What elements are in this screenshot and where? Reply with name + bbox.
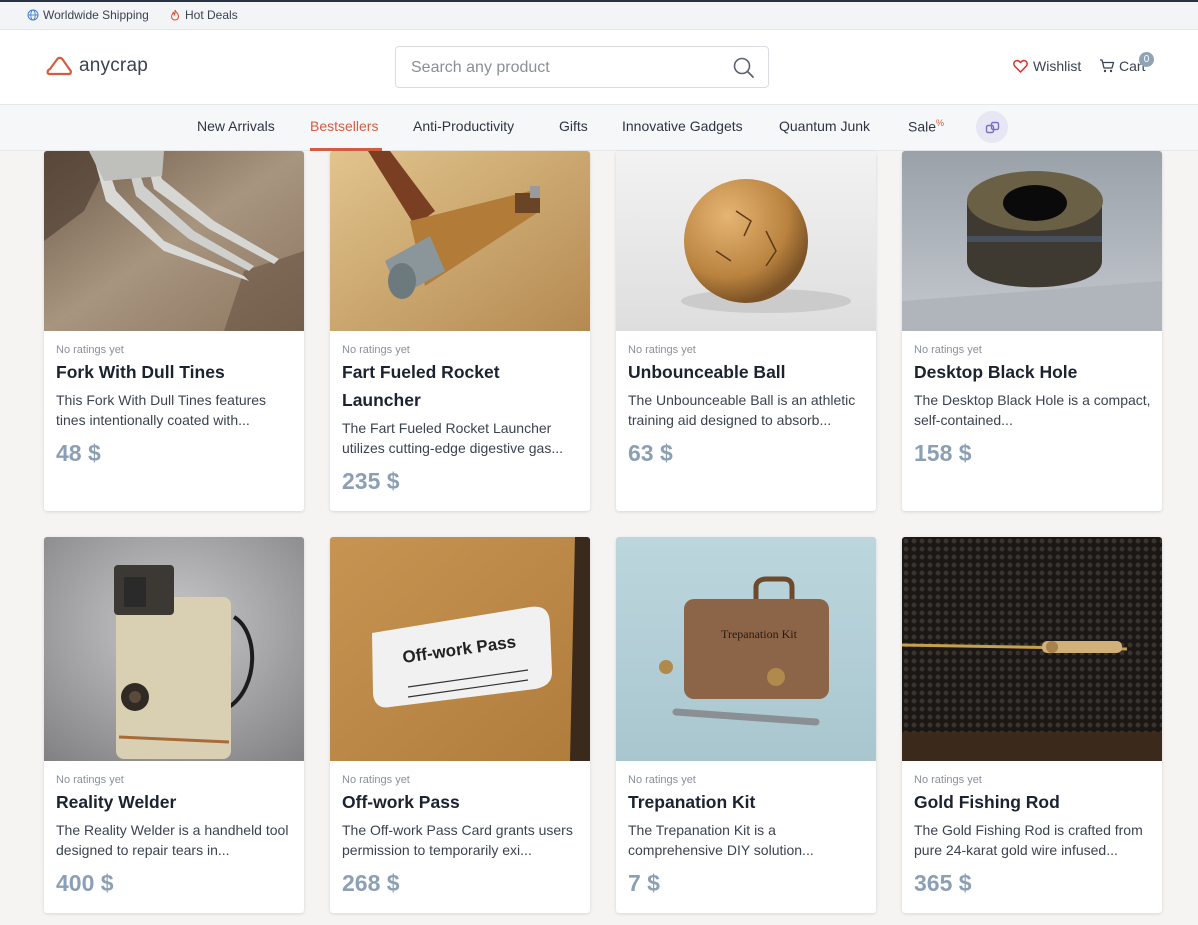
- product-price: 63 $: [628, 440, 673, 466]
- product-description-text: The Trepanation Kit is a comprehensive D…: [628, 822, 814, 858]
- product-name[interactable]: Gold Fishing Rod: [914, 788, 1150, 816]
- flame-icon: [170, 9, 180, 21]
- cart-count-badge: 0: [1139, 52, 1154, 67]
- product-image: Off-work Pass: [330, 537, 590, 761]
- product-image: Trepanation Kit: [616, 537, 876, 761]
- product-description: The Fart Fueled Rocket Launcher utilizes…: [342, 418, 580, 458]
- top-info-bar: Worldwide Shipping Hot Deals: [0, 0, 1198, 30]
- product-rating: No ratings yet: [342, 774, 410, 786]
- product-price: 365 $: [914, 870, 972, 896]
- search-box: [395, 46, 769, 88]
- wishlist-button[interactable]: Wishlist: [1013, 58, 1081, 74]
- nav-new-arrivals[interactable]: New Arrivals: [197, 118, 275, 134]
- nav-quantum-junk[interactable]: Quantum Junk: [779, 118, 870, 134]
- sale-percent-badge: %: [936, 118, 945, 128]
- product-card[interactable]: No ratings yet Fart Fueled Rocket Launch…: [330, 151, 590, 511]
- nav-gifts[interactable]: Gifts: [559, 118, 588, 134]
- product-description-text: The Off-work Pass Card grants users perm…: [342, 822, 573, 858]
- product-image: [330, 151, 590, 331]
- nav-sale[interactable]: Sale%: [908, 118, 944, 135]
- product-description: The Gold Fishing Rod is crafted from pur…: [914, 820, 1152, 860]
- product-description: The Desktop Black Hole is a compact, sel…: [914, 390, 1152, 430]
- product-card[interactable]: Trepanation Kit No ratings yet Trepanati…: [616, 537, 876, 913]
- search-input[interactable]: [411, 57, 711, 79]
- product-name[interactable]: Fart Fueled Rocket Launcher: [342, 358, 578, 414]
- shuffle-button[interactable]: [976, 111, 1008, 143]
- product-price: 235 $: [342, 468, 400, 494]
- product-description: The Off-work Pass Card grants users perm…: [342, 820, 580, 860]
- nav-anti-productivity[interactable]: Anti-Productivity: [413, 118, 514, 134]
- product-name[interactable]: Fork With Dull Tines: [56, 358, 292, 386]
- product-description-text: This Fork With Dull Tines features tines…: [56, 392, 267, 428]
- product-rating: No ratings yet: [914, 774, 982, 786]
- product-description: The Trepanation Kit is a comprehensive D…: [628, 820, 866, 860]
- product-image: [616, 151, 876, 331]
- shopping-cart-icon: [1100, 59, 1115, 73]
- product-name[interactable]: Trepanation Kit: [628, 788, 864, 816]
- product-description-text: The Gold Fishing Rod is crafted from pur…: [914, 822, 1143, 858]
- worldwide-shipping-label: Worldwide Shipping: [43, 8, 149, 22]
- product-description-text: The Fart Fueled Rocket Launcher utilizes…: [342, 420, 564, 456]
- product-description: This Fork With Dull Tines features tines…: [56, 390, 294, 430]
- product-image: [902, 151, 1162, 331]
- product-rating: No ratings yet: [628, 774, 696, 786]
- product-rating: No ratings yet: [914, 344, 982, 356]
- product-card[interactable]: No ratings yet Reality Welder The Realit…: [44, 537, 304, 913]
- product-name[interactable]: Unbounceable Ball: [628, 358, 864, 386]
- nav-bestsellers[interactable]: Bestsellers: [310, 118, 378, 134]
- product-card[interactable]: No ratings yet Gold Fishing Rod The Gold…: [902, 537, 1162, 913]
- product-card[interactable]: No ratings yet Desktop Black Hole The De…: [902, 151, 1162, 511]
- product-price: 7 $: [628, 870, 660, 896]
- globe-icon: [27, 9, 39, 21]
- category-nav: New Arrivals Bestsellers Anti-Productivi…: [0, 104, 1198, 151]
- product-rating: No ratings yet: [342, 344, 410, 356]
- nav-sale-label: Sale: [908, 118, 937, 135]
- hot-deals-link[interactable]: Hot Deals: [169, 8, 238, 22]
- product-rating: No ratings yet: [628, 344, 696, 356]
- logo-text: anycrap: [79, 55, 148, 76]
- kit-case-text: Trepanation Kit: [721, 627, 798, 641]
- product-price: 400 $: [56, 870, 114, 896]
- worldwide-shipping-link[interactable]: Worldwide Shipping: [27, 8, 149, 22]
- product-card[interactable]: No ratings yet Unbounceable Ball The Unb…: [616, 151, 876, 511]
- hot-deals-label: Hot Deals: [185, 8, 238, 22]
- product-description-text: The Reality Welder is a handheld tool de…: [56, 822, 289, 858]
- product-price: 268 $: [342, 870, 400, 896]
- product-name[interactable]: Reality Welder: [56, 788, 292, 816]
- search-icon[interactable]: [732, 56, 756, 80]
- product-description: The Reality Welder is a handheld tool de…: [56, 820, 294, 860]
- product-card[interactable]: Off-work Pass No ratings yet Off-work Pa…: [330, 537, 590, 913]
- wishlist-label: Wishlist: [1033, 58, 1082, 74]
- product-card[interactable]: No ratings yet Fork With Dull Tines This…: [44, 151, 304, 511]
- link-icon: [985, 121, 999, 133]
- product-image: [44, 151, 304, 331]
- product-rating: No ratings yet: [56, 774, 124, 786]
- product-price: 48 $: [56, 440, 101, 466]
- product-description-text: The Desktop Black Hole is a compact, sel…: [914, 392, 1151, 428]
- product-name[interactable]: Off-work Pass: [342, 788, 578, 816]
- product-price: 158 $: [914, 440, 972, 466]
- product-image: [44, 537, 304, 761]
- product-description-text: The Unbounceable Ball is an athletic tra…: [628, 392, 856, 428]
- product-rating: No ratings yet: [56, 344, 124, 356]
- product-image: [902, 537, 1162, 761]
- site-header: anycrap Wishlist Cart: [0, 30, 1198, 104]
- nav-innovative-gadgets[interactable]: Innovative Gadgets: [622, 118, 743, 134]
- cloud-logo-icon: [46, 56, 72, 76]
- site-logo[interactable]: anycrap: [45, 54, 148, 78]
- product-name[interactable]: Desktop Black Hole: [914, 358, 1150, 386]
- heart-icon: [1013, 59, 1028, 73]
- product-description: The Unbounceable Ball is an athletic tra…: [628, 390, 866, 430]
